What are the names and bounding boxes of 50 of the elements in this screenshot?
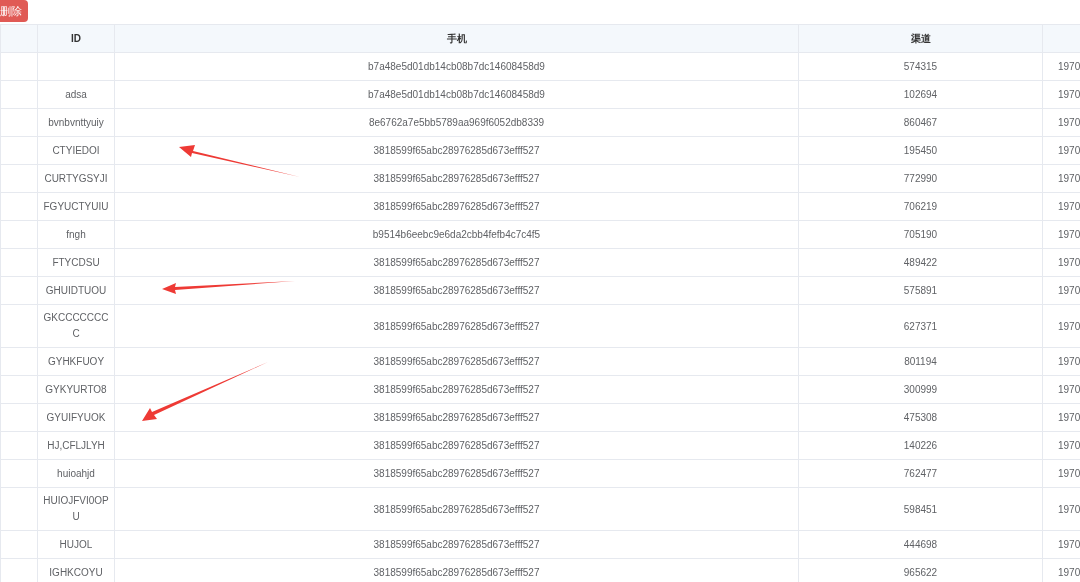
table-cell: bvnbvnttyuiy — [37, 108, 115, 137]
table-cell: 574315 — [798, 52, 1043, 81]
table-cell: 8e6762a7e5bb5789aa969f6052db8339 — [114, 108, 799, 137]
table-cell: fngh — [37, 220, 115, 249]
column-header: ID — [37, 24, 115, 53]
table-cell: 300999 — [798, 375, 1043, 404]
table-cell: GHUIDTUOU — [37, 276, 115, 305]
table-cell: b7a48e5d01db14cb08b7dc14608458d9 — [114, 52, 799, 81]
table-cell: GYKYURTO8 — [37, 375, 115, 404]
table-cell: HUIOJFVI0OPU — [37, 487, 115, 531]
table-cell: 706219 — [798, 192, 1043, 221]
table-cell: 3818599f65abc28976285d673efff527 — [114, 431, 799, 460]
table-cell: 3818599f65abc28976285d673efff527 — [114, 248, 799, 277]
table-cell: b9514b6eebc9e6da2cbb4fefb4c7c4f5 — [114, 220, 799, 249]
column-header: 渠道 — [798, 24, 1043, 53]
table-cell: 3818599f65abc28976285d673efff527 — [114, 530, 799, 559]
table-cell: 598451 — [798, 487, 1043, 531]
table-cell: 3818599f65abc28976285d673efff527 — [114, 459, 799, 488]
table-cell: 102694 — [798, 80, 1043, 109]
table-cell: 860467 — [798, 108, 1043, 137]
table-cell: 489422 — [798, 248, 1043, 277]
table-cell: 762477 — [798, 459, 1043, 488]
table-cell: CURTYGSYJI — [37, 164, 115, 193]
table-cell: 705190 — [798, 220, 1043, 249]
table-cell: 3818599f65abc28976285d673efff527 — [114, 304, 799, 348]
table-cell: HUJOL — [37, 530, 115, 559]
table-cell: 475308 — [798, 403, 1043, 432]
table-cell: FTYCDSU — [37, 248, 115, 277]
table-cell: b7a48e5d01db14cb08b7dc14608458d9 — [114, 80, 799, 109]
table-cell: 3818599f65abc28976285d673efff527 — [114, 487, 799, 531]
table-cell: 801194 — [798, 347, 1043, 376]
table-cell: adsa — [37, 80, 115, 109]
table-cell: GYUIFYUOK — [37, 403, 115, 432]
table-cell: 444698 — [798, 530, 1043, 559]
table-cell: HJ,CFLJLYH — [37, 431, 115, 460]
table-cell: GYHKFUOY — [37, 347, 115, 376]
table-cell: 575891 — [798, 276, 1043, 305]
table-cell: GKCCCCCCCC — [37, 304, 115, 348]
table-cell: 3818599f65abc28976285d673efff527 — [114, 164, 799, 193]
column-header: 手机 — [114, 24, 799, 53]
table-cell: 195450 — [798, 136, 1043, 165]
table-cell: 3818599f65abc28976285d673efff527 — [114, 347, 799, 376]
table-cell: FGYUCTYUIU — [37, 192, 115, 221]
table-cell: 772990 — [798, 164, 1043, 193]
table-cell: CTYIEDOI — [37, 136, 115, 165]
delete-button[interactable]: 删除 — [0, 0, 28, 22]
table-cell: 627371 — [798, 304, 1043, 348]
table-cell: 3818599f65abc28976285d673efff527 — [114, 192, 799, 221]
table-cell: 140226 — [798, 431, 1043, 460]
table-cell: huioahjd — [37, 459, 115, 488]
